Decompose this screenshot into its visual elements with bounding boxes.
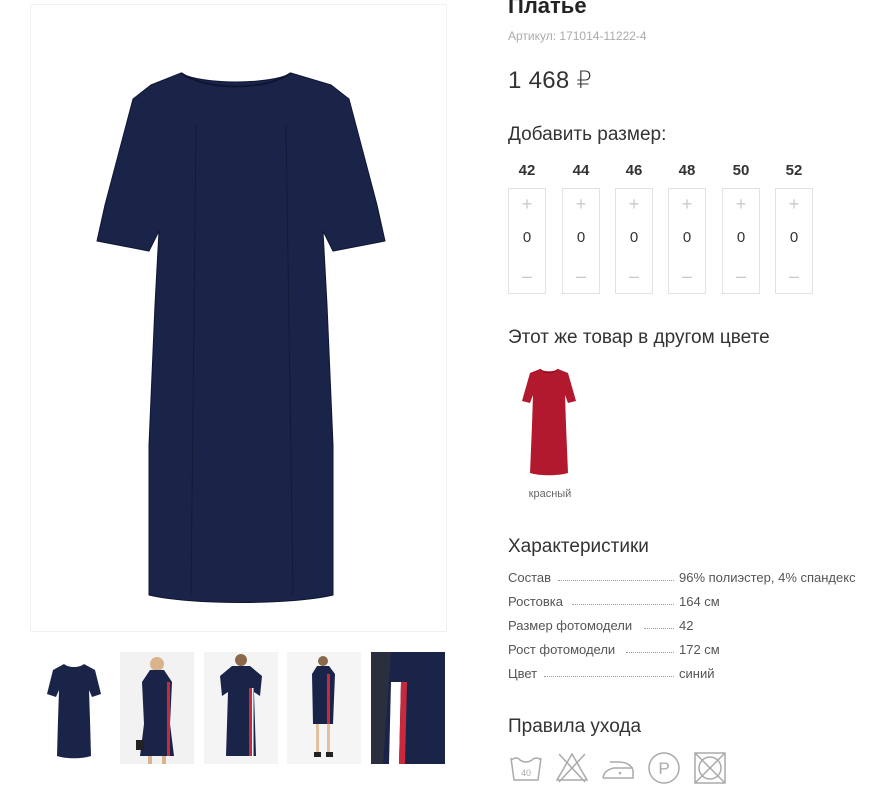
main-product-photo[interactable]: [30, 4, 447, 632]
quantity-stepper: + 0 –: [668, 188, 706, 294]
quantity-value: 0: [789, 229, 799, 246]
color-variant-label: красный: [528, 488, 572, 500]
spec-row: Ростовка 164 см: [508, 594, 878, 618]
other-colors-heading: Этот же товар в другом цвете: [508, 327, 770, 348]
specs-table: Состав 96% полиэстер, 4% спандекс Ростов…: [508, 570, 878, 690]
spec-leader: [558, 580, 674, 581]
svg-text:P: P: [658, 759, 669, 778]
wash-temperature: 40: [521, 768, 531, 778]
spec-value: 96% полиэстер, 4% спандекс: [676, 570, 856, 585]
thumbnail-model-full[interactable]: [287, 652, 361, 764]
thumbnail-image: [37, 652, 111, 764]
thumbnail-image: [204, 652, 278, 764]
increment-button[interactable]: +: [616, 193, 652, 215]
spec-row: Цвет синий: [508, 666, 878, 690]
quantity-stepper: + 0 –: [722, 188, 760, 294]
spec-key: Цвет: [508, 666, 541, 681]
iron-low-icon: [600, 750, 636, 786]
size-column: 46 + 0 –: [615, 162, 653, 296]
spec-key: Размер фотомодели: [508, 618, 636, 633]
decrement-button[interactable]: –: [563, 265, 599, 287]
spec-row: Состав 96% полиэстер, 4% спандекс: [508, 570, 878, 594]
increment-button[interactable]: +: [723, 193, 759, 215]
thumbnail-model-front[interactable]: [120, 652, 194, 764]
increment-button[interactable]: +: [509, 193, 545, 215]
thumbnail-strip: [37, 652, 447, 768]
spec-row: Размер фотомодели 42: [508, 618, 878, 642]
red-dress-image: [522, 368, 576, 476]
size-column: 52 + 0 –: [775, 162, 813, 296]
decrement-button[interactable]: –: [776, 265, 812, 287]
size-label: 52: [785, 162, 803, 179]
spec-value: 172 см: [676, 642, 720, 657]
size-label: 46: [625, 162, 643, 179]
size-column: 42 + 0 –: [508, 162, 546, 296]
product-price: 1 468 ₽: [508, 67, 593, 94]
decrement-button[interactable]: –: [616, 265, 652, 287]
decrement-button[interactable]: –: [723, 265, 759, 287]
no-tumble-dry-icon-graphic: [694, 752, 726, 784]
size-label: 48: [678, 162, 696, 179]
no-bleach-icon-graphic: [555, 752, 589, 783]
decrement-button[interactable]: –: [669, 265, 705, 287]
decrement-button[interactable]: –: [509, 265, 545, 287]
quantity-value: 0: [629, 229, 639, 246]
thumbnail-image: [120, 652, 194, 764]
spec-key: Ростовка: [508, 594, 566, 609]
size-column: 44 + 0 –: [562, 162, 600, 296]
thumbnail-image: [287, 652, 361, 764]
increment-button[interactable]: +: [776, 193, 812, 215]
product-title: Платье: [508, 0, 587, 18]
color-variant-red[interactable]: красный: [508, 365, 592, 505]
spec-value: синий: [676, 666, 715, 681]
care-heading: Правила ухода: [508, 716, 642, 737]
size-selector: 42 + 0 – 44 + 0 – 46 + 0 – 48 + 0 – 50 +…: [508, 162, 828, 296]
no-bleach-icon: [554, 750, 590, 786]
size-column: 48 + 0 –: [668, 162, 706, 296]
sizes-heading: Добавить размер:: [508, 124, 667, 145]
spec-value: 42: [676, 618, 694, 633]
size-column: 50 + 0 –: [722, 162, 760, 296]
no-tumble-dry-icon: [692, 750, 728, 786]
wash-40-icon: 40: [508, 750, 544, 786]
thumbnail-model-side[interactable]: [204, 652, 278, 764]
spec-value: 164 см: [676, 594, 720, 609]
spec-row: Рост фотомодели 172 см: [508, 642, 878, 666]
wash-40-icon-graphic: 40: [510, 757, 542, 781]
spec-leader: [572, 604, 674, 605]
quantity-value: 0: [522, 229, 532, 246]
size-label: 42: [518, 162, 536, 179]
thumbnail-dress-front[interactable]: [37, 652, 111, 764]
increment-button[interactable]: +: [669, 193, 705, 215]
thumbnail-fabric-detail[interactable]: [371, 652, 445, 764]
spec-key: Рост фотомодели: [508, 642, 619, 657]
care-icons: 40 P: [508, 750, 738, 786]
dress-image: [96, 72, 386, 603]
increment-button[interactable]: +: [563, 193, 599, 215]
specs-heading: Характеристики: [508, 536, 649, 557]
dry-clean-p-icon: P: [646, 750, 682, 786]
quantity-stepper: + 0 –: [508, 188, 546, 294]
iron-low-icon-graphic: [602, 761, 634, 779]
quantity-stepper: + 0 –: [775, 188, 813, 294]
quantity-stepper: + 0 –: [615, 188, 653, 294]
quantity-stepper: + 0 –: [562, 188, 600, 294]
spec-leader: [626, 652, 674, 653]
thumbnail-image: [371, 652, 445, 764]
quantity-value: 0: [736, 229, 746, 246]
product-sku: Артикул: 171014-11222-4: [508, 29, 647, 43]
size-label: 44: [572, 162, 590, 179]
size-label: 50: [732, 162, 750, 179]
quantity-value: 0: [576, 229, 586, 246]
dry-clean-p-icon-graphic: P: [648, 752, 680, 784]
quantity-value: 0: [682, 229, 692, 246]
spec-leader: [644, 628, 674, 629]
spec-leader: [544, 676, 674, 677]
spec-key: Состав: [508, 570, 555, 585]
